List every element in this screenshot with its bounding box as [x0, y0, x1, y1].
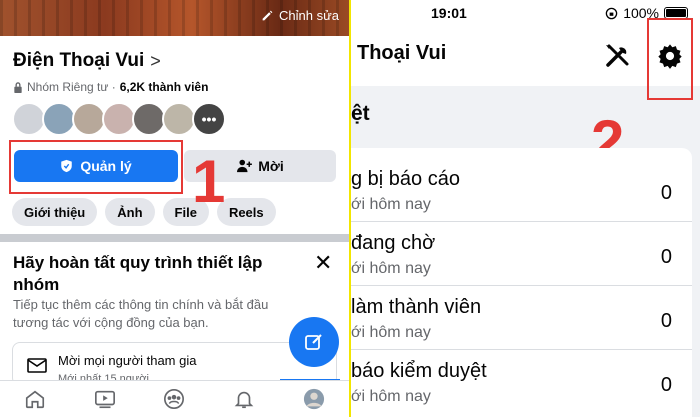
invite-item-title: Mời mọi người tham gia	[58, 353, 197, 368]
create-post-button[interactable]	[289, 317, 339, 367]
list-item[interactable]: làm thành viên ới hôm nay 0	[351, 286, 692, 350]
group-name-link[interactable]: Điện Thoại Vui >	[13, 50, 161, 72]
admin-tools-panel: 19:01 100% Thoại Vui 2 ệt g bị báo cáo ớ…	[351, 0, 700, 417]
member-count[interactable]: 6,2K thành viên	[120, 80, 209, 94]
lock-icon	[14, 81, 22, 93]
row-count: 0	[660, 374, 672, 396]
avatar	[42, 102, 76, 136]
row-count: 0	[660, 182, 672, 204]
section-divider	[0, 234, 349, 242]
tab-about[interactable]: Giới thiệu	[12, 198, 98, 226]
bottom-tab-bar	[0, 380, 349, 417]
group-meta: Nhóm Riêng tư · 6,2K thành viên	[13, 80, 208, 94]
group-tabs: Giới thiệu Ảnh File Reels	[12, 198, 276, 226]
profile-icon[interactable]	[303, 388, 325, 410]
list-item[interactable]: báo kiểm duyệt ới hôm nay 0	[351, 350, 692, 414]
more-members-icon: •••	[192, 102, 226, 136]
envelope-icon	[27, 358, 47, 373]
row-subtitle: ới hôm nay	[351, 196, 431, 213]
group-page-panel: Chỉnh sửa Điện Thoại Vui > Nhóm Riêng tư…	[0, 0, 349, 417]
avatar	[102, 102, 136, 136]
invite-label: Mời	[258, 158, 284, 174]
compose-icon	[305, 334, 322, 350]
home-icon[interactable]	[24, 388, 46, 410]
avatar	[72, 102, 106, 136]
row-title: đang chờ	[351, 232, 436, 254]
avatar	[132, 102, 166, 136]
row-subtitle: ới hôm nay	[351, 324, 431, 341]
row-title: làm thành viên	[351, 296, 482, 318]
member-avatars[interactable]: •••	[12, 102, 226, 136]
edit-cover-button[interactable]: Chỉnh sửa	[261, 8, 339, 23]
video-icon[interactable]	[94, 388, 116, 410]
section-title: ệt	[351, 102, 370, 125]
add-person-icon	[237, 159, 253, 173]
row-subtitle: ới hôm nay	[351, 388, 431, 405]
orientation-lock-icon	[605, 7, 618, 19]
close-icon[interactable]: ✕	[314, 250, 332, 276]
row-count: 0	[660, 246, 672, 268]
chevron-right-icon: >	[150, 50, 161, 71]
annotation-box-settings	[647, 18, 693, 100]
row-subtitle: ới hôm nay	[351, 260, 431, 277]
groups-icon[interactable]	[163, 388, 185, 410]
overview-card: g bị báo cáo ới hôm nay 0 đang chờ ới hô…	[351, 148, 692, 417]
avatar	[162, 102, 196, 136]
list-item[interactable]: g bị báo cáo ới hôm nay 0	[351, 158, 692, 222]
row-count: 0	[660, 310, 672, 332]
pencil-icon	[262, 10, 273, 21]
avatar	[12, 102, 46, 136]
tab-reels[interactable]: Reels	[216, 198, 276, 226]
notifications-icon[interactable]	[233, 388, 255, 410]
step-marker-1: 1	[192, 148, 226, 215]
edit-cover-label: Chỉnh sửa	[278, 8, 339, 23]
privacy-label: Nhóm Riêng tư ·	[27, 80, 116, 94]
tab-photos[interactable]: Ảnh	[105, 198, 155, 226]
row-title: báo kiểm duyệt	[351, 360, 487, 382]
group-name: Điện Thoại Vui	[13, 50, 145, 71]
page-title: Thoại Vui	[357, 42, 447, 64]
row-title: g bị báo cáo	[351, 168, 460, 190]
setup-title: Hãy hoàn tất quy trình thiết lập nhóm	[13, 253, 263, 294]
setup-description: Tiếp tục thêm các thông tin chính và bắt…	[13, 297, 269, 330]
status-time: 19:01	[431, 5, 467, 21]
list-item[interactable]: đang chờ ới hôm nay 0	[351, 222, 692, 286]
annotation-box-manage	[9, 140, 183, 194]
admin-tools-icon[interactable]	[603, 42, 631, 70]
